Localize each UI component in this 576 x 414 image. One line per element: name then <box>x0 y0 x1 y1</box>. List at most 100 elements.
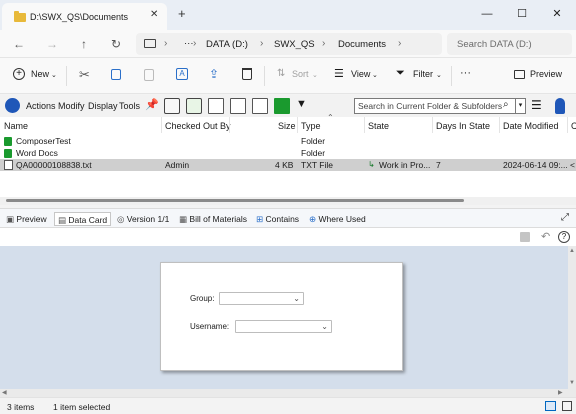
scroll-down-icon[interactable]: ▼ <box>569 380 575 386</box>
address-bar[interactable]: › ··· › DATA (D:) › SWX_QS › Documents › <box>136 33 442 55</box>
more-options-button[interactable]: ··· <box>460 67 471 79</box>
column-name[interactable]: Name <box>4 121 28 131</box>
copy-tree-icon[interactable] <box>208 98 224 114</box>
delete-icon[interactable] <box>242 68 252 80</box>
user-icon[interactable] <box>555 98 565 114</box>
username-dropdown[interactable]: ⌄ <box>235 320 332 333</box>
tab-label: Contains <box>265 214 300 224</box>
back-arrow-icon[interactable]: ← <box>10 35 28 53</box>
detail-tabs: ▣ Preview ▤ Data Card ◎ Version 1/1 ▦ Bi… <box>0 208 576 228</box>
chevron-down-icon: ⌄ <box>312 72 318 79</box>
column-days-in-state[interactable]: Days In State <box>436 121 490 131</box>
column-date-modified[interactable]: Date Modified <box>503 121 559 131</box>
title-bar: D:\SWX_QS\Documents ✕ + — ☐ ✕ <box>0 0 576 30</box>
search-icon[interactable]: ⌕ <box>503 99 509 110</box>
tab-contains[interactable]: ⊞ Contains <box>253 212 302 226</box>
filter-button[interactable]: Filter <box>413 69 433 79</box>
search-options-chevron-icon[interactable]: ▾ <box>515 99 525 113</box>
column-extra[interactable]: C <box>571 121 576 131</box>
status-bar: 3 items 1 item selected <box>0 397 576 414</box>
check-out-icon[interactable] <box>164 98 180 114</box>
tab-label: Version 1/1 <box>126 214 170 224</box>
tab-documents[interactable]: D:\SWX_QS\Documents ✕ <box>2 3 167 30</box>
menu-display[interactable]: Display <box>88 101 118 111</box>
scrollbar-thumb[interactable] <box>6 199 464 202</box>
refresh-icon[interactable]: ↻ <box>107 35 125 53</box>
file-size: 4 KB <box>275 160 294 170</box>
dropdown-arrow-icon[interactable]: ▼ <box>296 98 312 114</box>
tab-close-icon[interactable]: ✕ <box>150 9 158 20</box>
pdm-search-input[interactable]: Search in Current Folder & Subfolders ⌕ … <box>354 98 526 114</box>
column-divider <box>567 117 568 133</box>
menu-modify[interactable]: Modify <box>58 101 85 111</box>
details-view-icon[interactable] <box>545 401 556 411</box>
new-button[interactable]: New <box>31 69 49 79</box>
column-type[interactable]: Type <box>301 121 321 131</box>
column-size[interactable]: Size <box>278 121 296 131</box>
view-button[interactable]: View <box>351 69 370 79</box>
tab-data-card[interactable]: ▤ Data Card <box>54 212 112 226</box>
save-icon[interactable] <box>520 232 530 242</box>
chevron-right-icon: › <box>260 38 264 49</box>
expand-pane-icon[interactable]: ⤢ <box>561 212 569 223</box>
preview-pane-button[interactable]: Preview <box>530 69 562 79</box>
column-state[interactable]: State <box>368 121 389 131</box>
paste-icon[interactable] <box>144 69 154 81</box>
chevron-down-icon: ⌄ <box>293 294 300 303</box>
new-tab-button[interactable]: + <box>178 6 186 21</box>
chevron-down-icon: ⌄ <box>321 322 328 331</box>
menu-actions[interactable]: Actions <box>26 101 56 111</box>
help-icon[interactable]: ? <box>558 231 570 243</box>
close-window-button[interactable]: ✕ <box>547 4 567 24</box>
file-type: Folder <box>301 136 326 146</box>
days-in-state: 7 <box>436 160 441 170</box>
group-label: Group: <box>190 294 215 303</box>
file-name: QA00000108838.txt <box>16 160 92 170</box>
column-divider <box>229 117 230 133</box>
tab-version[interactable]: ◎ Version 1/1 <box>114 212 172 226</box>
advanced-search-icon[interactable]: ☰ <box>531 98 547 114</box>
horizontal-scrollbar[interactable] <box>0 197 576 205</box>
tiles-view-icon[interactable] <box>562 401 572 411</box>
check-in-icon[interactable] <box>186 98 202 114</box>
file-list: Name Checked Out By Size Type ⌃ State Da… <box>0 113 576 205</box>
cut-icon[interactable]: ✂ <box>79 67 90 83</box>
vertical-scrollbar[interactable]: ▲ ▼ <box>568 246 576 389</box>
minimize-button[interactable]: — <box>477 4 497 24</box>
up-arrow-icon[interactable]: ↑ <box>75 35 93 53</box>
copy-icon[interactable] <box>111 69 121 80</box>
view-icon: ☰ <box>334 68 344 80</box>
breadcrumb-documents[interactable]: Documents <box>338 39 386 50</box>
explorer-search-input[interactable]: Search DATA (D:) <box>447 33 572 55</box>
menu-tools[interactable]: Tools <box>119 101 140 111</box>
forward-arrow-icon[interactable]: → <box>43 35 61 53</box>
share-icon[interactable]: ⇪ <box>209 67 219 81</box>
get-version-icon[interactable] <box>252 98 268 114</box>
change-state-icon[interactable] <box>274 98 290 114</box>
pdm-search-placeholder: Search in Current Folder & Subfolders <box>358 101 503 111</box>
scroll-up-icon[interactable]: ▲ <box>569 248 575 254</box>
get-latest-icon[interactable] <box>230 98 246 114</box>
pdm-toolbar: Actions Modify Display Tools 📌 ▼ Search … <box>0 95 576 117</box>
maximize-button[interactable]: ☐ <box>512 4 532 24</box>
breadcrumb-data-drive[interactable]: DATA (D:) <box>206 39 248 50</box>
data-card-horizontal-scrollbar[interactable]: ◀ ▶ <box>0 389 576 397</box>
preview-pane-icon <box>514 70 525 79</box>
divider <box>451 66 452 86</box>
scroll-left-icon[interactable]: ◀ <box>2 389 7 396</box>
table-row[interactable]: ComposerTest Folder <box>0 135 576 147</box>
tab-preview[interactable]: ▣ Preview <box>3 212 50 226</box>
table-row[interactable]: Word Docs Folder <box>0 147 576 159</box>
group-dropdown[interactable]: ⌄ <box>219 292 304 305</box>
table-row-selected[interactable]: QA00000108838.txt Admin 4 KB TXT File ↳ … <box>0 159 576 171</box>
tab-where-used[interactable]: ⊕ Where Used <box>306 212 369 226</box>
scroll-right-icon[interactable]: ▶ <box>558 389 563 396</box>
filter-icon: ⏷ <box>396 67 405 79</box>
pin-icon[interactable]: 📌 <box>145 98 161 114</box>
tab-bill-of-materials[interactable]: ▦ Bill of Materials <box>176 212 250 226</box>
rename-icon[interactable]: A <box>176 68 188 80</box>
sort-button[interactable]: Sort <box>292 69 309 79</box>
column-checked-out-by[interactable]: Checked Out By <box>165 121 231 131</box>
undo-icon[interactable]: ↶ <box>541 230 550 243</box>
breadcrumb-swx-qs[interactable]: SWX_QS <box>274 39 315 50</box>
